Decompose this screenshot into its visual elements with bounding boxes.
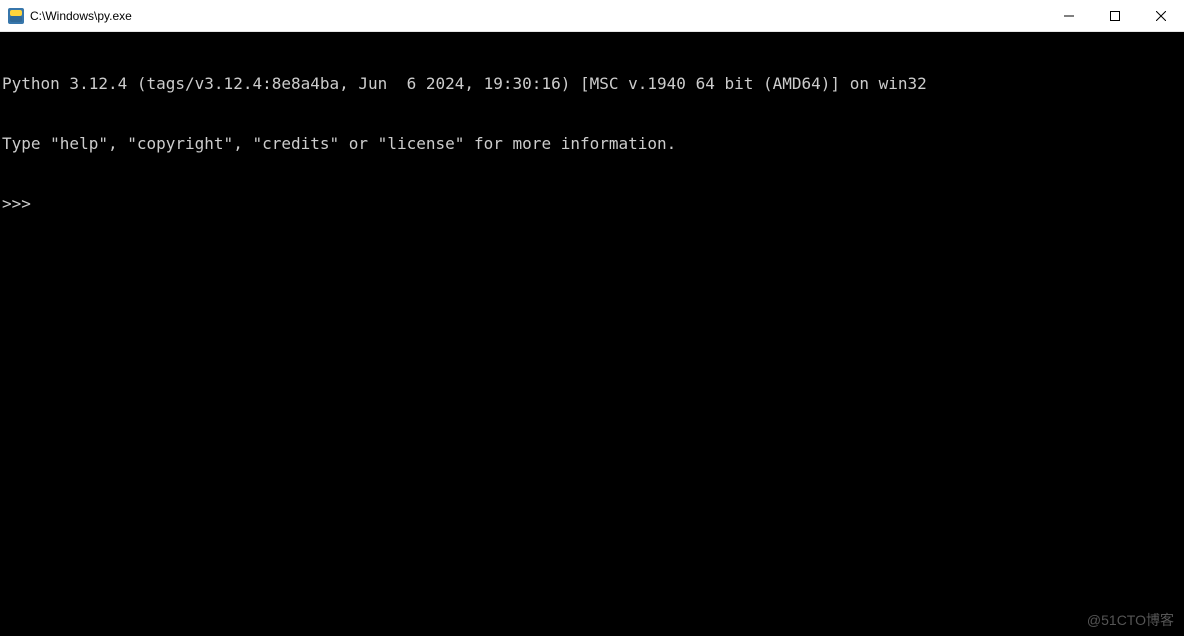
terminal-output-line: Type "help", "copyright", "credits" or "… — [2, 134, 1184, 154]
title-bar-left: C:\Windows\py.exe — [0, 8, 1046, 24]
app-icon — [8, 8, 24, 24]
minimize-button[interactable] — [1046, 0, 1092, 32]
terminal-prompt: >>> — [2, 194, 1184, 214]
terminal-output-line: Python 3.12.4 (tags/v3.12.4:8e8a4ba, Jun… — [2, 74, 1184, 94]
terminal-area[interactable]: Python 3.12.4 (tags/v3.12.4:8e8a4ba, Jun… — [0, 32, 1184, 636]
maximize-button[interactable] — [1092, 0, 1138, 32]
watermark-text: @51CTO博客 — [1087, 610, 1174, 630]
close-button[interactable] — [1138, 0, 1184, 32]
title-bar: C:\Windows\py.exe — [0, 0, 1184, 32]
window-title: C:\Windows\py.exe — [30, 9, 132, 23]
window-controls — [1046, 0, 1184, 31]
